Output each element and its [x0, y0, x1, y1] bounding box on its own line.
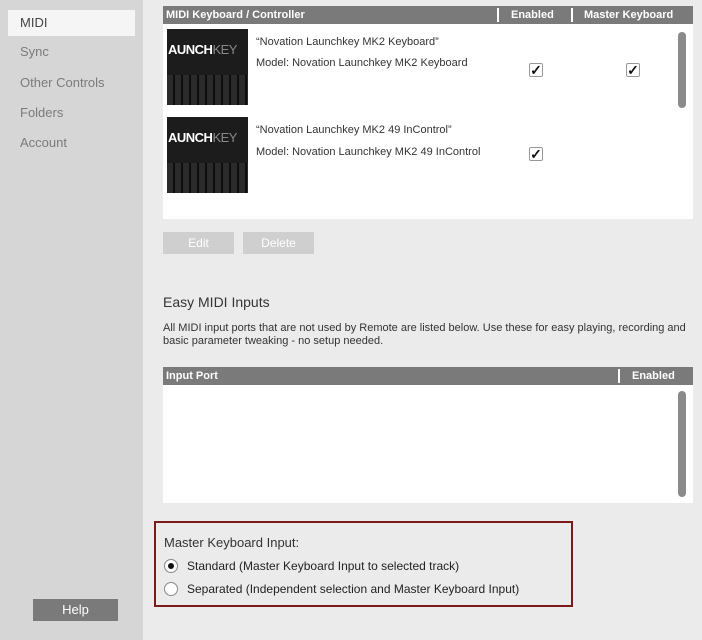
scrollbar-thumb[interactable]: [678, 32, 686, 108]
column-divider: [571, 8, 573, 22]
delete-button[interactable]: Delete: [243, 232, 314, 254]
help-button[interactable]: Help: [33, 599, 118, 621]
radio-option-separated[interactable]: Separated (Independent selection and Mas…: [164, 582, 519, 596]
device-model: Model: Novation Launchkey MK2 Keyboard: [256, 57, 468, 69]
edit-button[interactable]: Edit: [163, 232, 234, 254]
sidebar-item-folders[interactable]: Folders: [8, 100, 135, 126]
input-ports-header: Input Port Enabled: [163, 367, 693, 385]
keyboard-keys-graphic: [167, 163, 248, 193]
device-thumbnail-title: AUNCHKEY: [168, 130, 237, 145]
device-model: Model: Novation Launchkey MK2 49 InContr…: [256, 146, 481, 158]
radio-button[interactable]: [164, 582, 178, 596]
enabled-checkbox[interactable]: ✓: [529, 63, 543, 77]
column-header-input-port: Input Port: [166, 370, 218, 382]
device-thumbnail: AUNCHKEY novation: [167, 117, 248, 193]
device-name: “Novation Launchkey MK2 Keyboard”: [256, 36, 439, 48]
column-header-master-keyboard[interactable]: Master Keyboard: [584, 6, 673, 24]
scrollbar-thumb[interactable]: [678, 391, 686, 497]
column-divider: [618, 369, 620, 383]
device-thumbnail: AUNCHKEY novation: [167, 29, 248, 105]
radio-option-standard[interactable]: Standard (Master Keyboard Input to selec…: [164, 559, 459, 573]
column-divider: [497, 8, 499, 22]
keyboard-keys-graphic: [167, 75, 248, 105]
sidebar: MIDI Sync Other Controls Folders Account…: [0, 0, 143, 640]
devices-table-header: MIDI Keyboard / Controller Enabled Maste…: [163, 6, 693, 24]
device-name: “Novation Launchkey MK2 49 InControl”: [256, 124, 452, 136]
input-ports-table: Input Port Enabled: [163, 367, 693, 503]
sidebar-item-other-controls[interactable]: Other Controls: [8, 70, 135, 96]
column-header-controller: MIDI Keyboard / Controller: [166, 9, 305, 21]
radio-label: Standard (Master Keyboard Input to selec…: [187, 559, 460, 573]
radio-button[interactable]: [164, 559, 178, 573]
master-keyboard-checkbox[interactable]: ✓: [626, 63, 640, 77]
sidebar-item-account[interactable]: Account: [8, 130, 135, 156]
master-keyboard-input-title: Master Keyboard Input:: [164, 535, 300, 550]
device-thumbnail-title: AUNCHKEY: [168, 42, 237, 57]
radio-label: Separated (Independent selection and Mas…: [187, 582, 520, 596]
enabled-checkbox[interactable]: ✓: [529, 147, 543, 161]
easy-midi-description: All MIDI input ports that are not used b…: [163, 322, 686, 347]
sidebar-item-sync[interactable]: Sync: [8, 39, 135, 65]
sidebar-item-midi[interactable]: MIDI: [8, 10, 135, 36]
column-header-enabled[interactable]: Enabled: [511, 6, 554, 24]
devices-table: MIDI Keyboard / Controller Enabled Maste…: [163, 6, 693, 219]
column-header-input-enabled[interactable]: Enabled: [632, 367, 675, 385]
easy-midi-title: Easy MIDI Inputs: [163, 294, 270, 310]
master-keyboard-input-group: Master Keyboard Input: Standard (Master …: [154, 521, 573, 607]
